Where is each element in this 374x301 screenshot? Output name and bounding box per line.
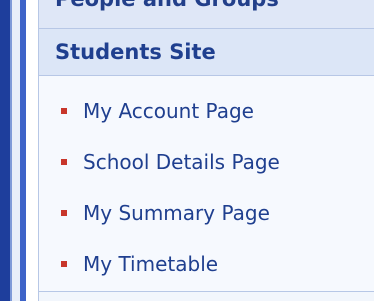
bullet-icon	[61, 209, 67, 216]
nav-item-my-account-page[interactable]: My Account Page	[39, 85, 374, 136]
nav-item-label[interactable]: My Timetable	[83, 252, 218, 276]
panel-footer	[39, 292, 374, 301]
nav-item-school-details-page[interactable]: School Details Page	[39, 136, 374, 187]
students-site-links: My Account Page School Details Page My S…	[39, 76, 374, 292]
left-border-inner-rail	[20, 0, 26, 301]
left-border-gap	[12, 0, 20, 301]
section-header-students-site[interactable]: Students Site	[39, 29, 374, 76]
nav-item-label[interactable]: My Account Page	[83, 99, 254, 123]
nav-item-my-timetable[interactable]: My Timetable	[39, 238, 374, 289]
previous-section-header[interactable]: People and Groups	[39, 0, 374, 29]
previous-section-label[interactable]: People and Groups	[55, 0, 279, 11]
quick-launch-panel: People and Groups Students Site My Accou…	[38, 0, 374, 301]
section-title[interactable]: Students Site	[55, 40, 216, 64]
left-border-rail	[0, 0, 12, 301]
bullet-icon	[61, 107, 67, 114]
sharepoint-quick-launch: People and Groups Students Site My Accou…	[0, 0, 374, 301]
bullet-icon	[61, 260, 67, 267]
bullet-icon	[61, 158, 67, 165]
nav-item-label[interactable]: My Summary Page	[83, 201, 270, 225]
nav-item-label[interactable]: School Details Page	[83, 150, 280, 174]
nav-item-my-summary-page[interactable]: My Summary Page	[39, 187, 374, 238]
